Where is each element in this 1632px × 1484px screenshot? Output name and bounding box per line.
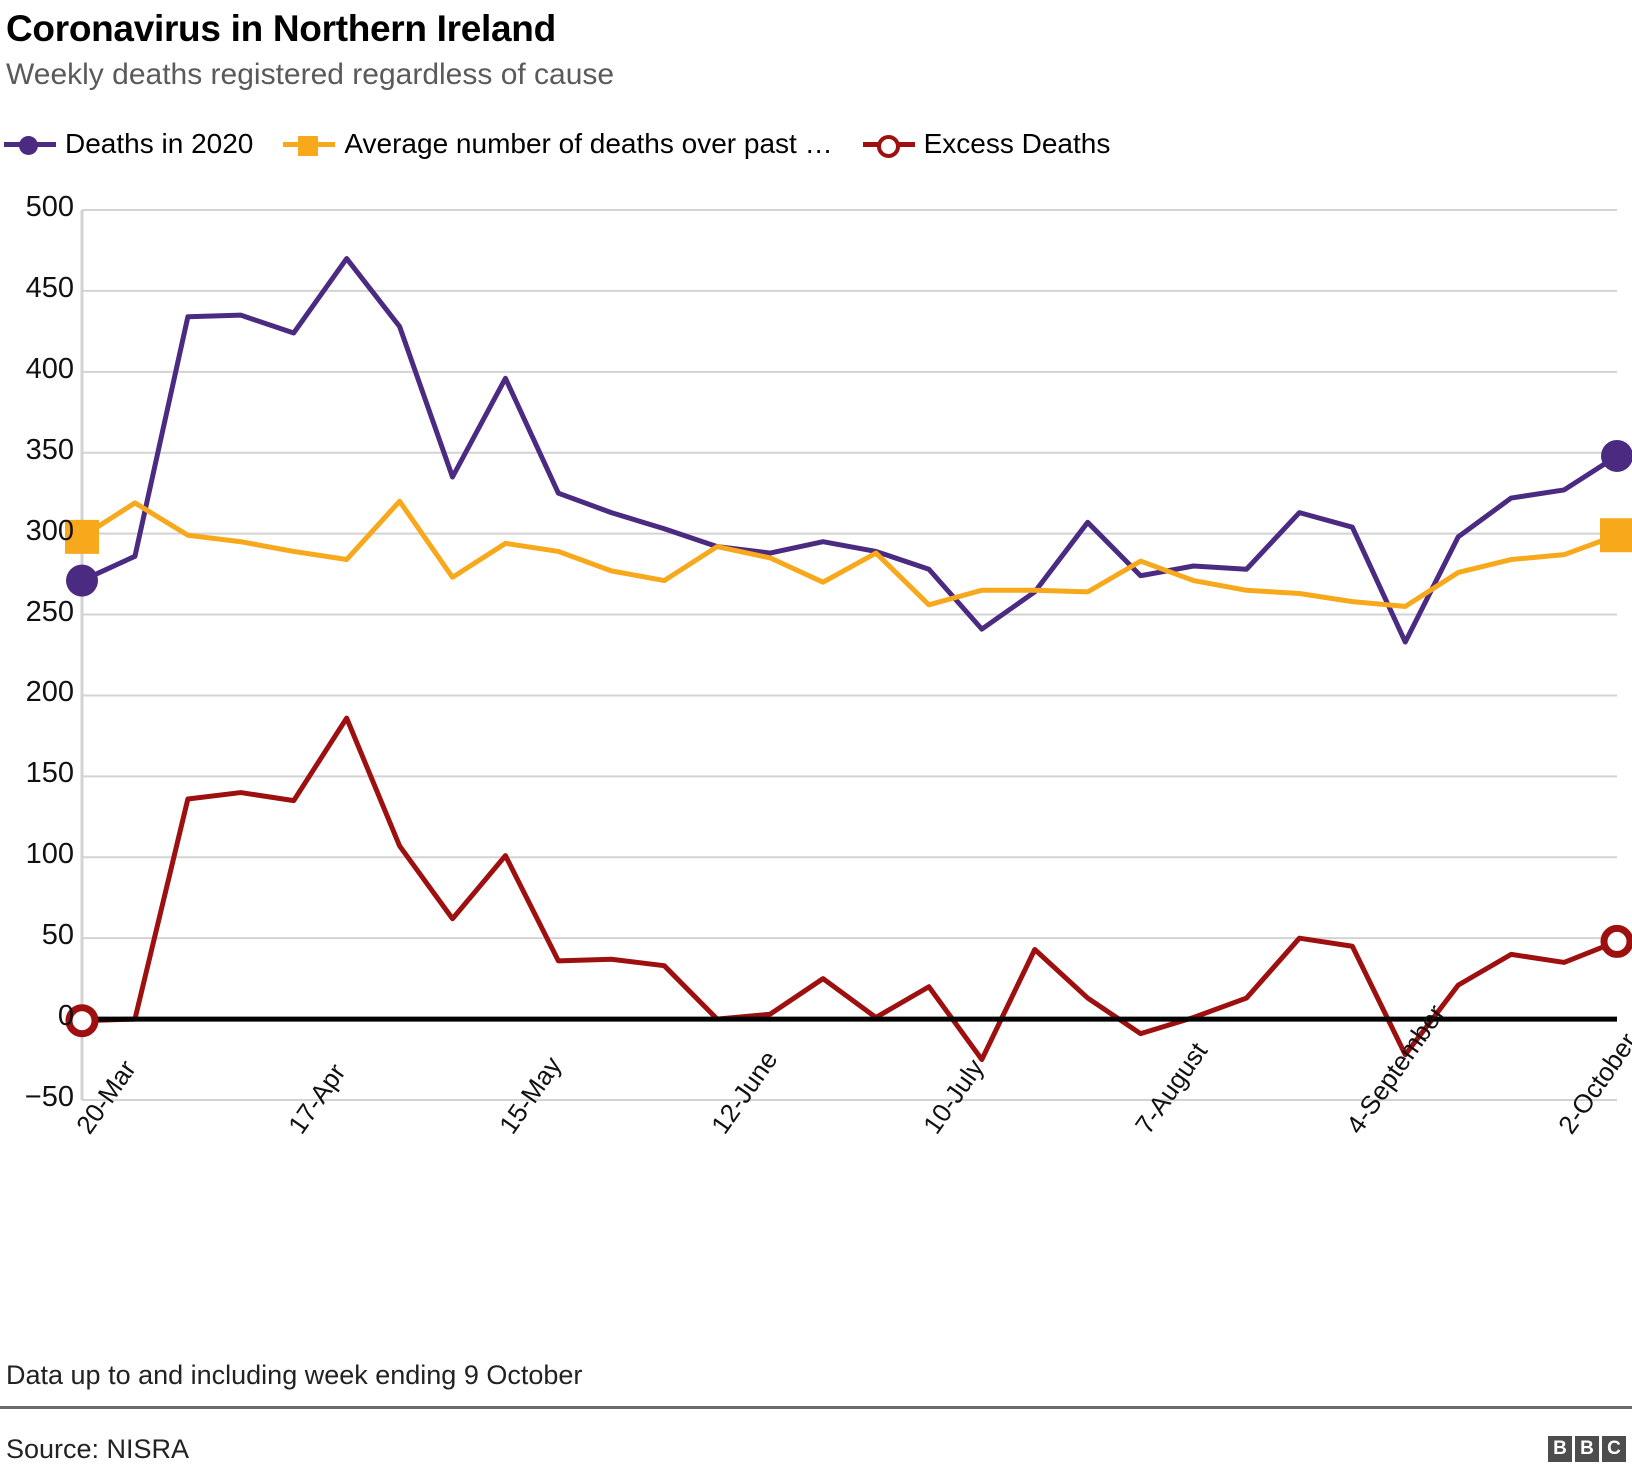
bbc-logo-letter-2: B xyxy=(1575,1436,1599,1462)
legend-item-label: Deaths in 2020 xyxy=(65,128,254,159)
square-marker-icon xyxy=(283,131,336,157)
x-axis-tick-label: 20-Mar xyxy=(70,1054,142,1140)
x-axis-tick-label: 15-May xyxy=(493,1050,568,1140)
y-axis-tick-label: −50 xyxy=(24,1081,74,1113)
series-1-endpoint-marker xyxy=(1601,439,1632,472)
legend-item-1[interactable]: Deaths in 2020 xyxy=(4,128,253,160)
chart-page: Coronavirus in Northern Ireland Weekly d… xyxy=(0,0,1632,1484)
footer-divider xyxy=(0,1406,1632,1409)
bbc-logo-letter-3: C xyxy=(1602,1436,1626,1462)
y-axis-tick-label: 500 xyxy=(25,191,74,223)
y-axis-tick-label: 0 xyxy=(57,1000,74,1033)
series-1-endpoint-marker xyxy=(66,564,98,597)
series-3-endpoint-marker xyxy=(1600,924,1632,958)
chart-note: Data up to and including week ending 9 O… xyxy=(6,1360,583,1390)
circle-marker-icon xyxy=(4,131,56,157)
y-axis-tick-label: 150 xyxy=(25,757,74,790)
x-axis-tick-label: 10-July xyxy=(916,1053,990,1140)
y-axis-tick-label: 400 xyxy=(25,352,74,385)
x-axis-tick-label: 4-September xyxy=(1340,998,1452,1140)
series-line-1 xyxy=(79,256,1620,645)
chart-legend: Deaths in 2020 Average number of deaths o… xyxy=(4,128,1140,160)
y-axis-tick-label: 250 xyxy=(25,595,74,628)
legend-item-label: Average number of deaths over past … xyxy=(344,128,833,159)
y-axis-tick-label: 300 xyxy=(25,514,74,547)
x-axis-tick-label: 12-June xyxy=(705,1045,784,1140)
legend-item-label: Excess Deaths xyxy=(923,128,1111,159)
chart-plot-area xyxy=(65,209,1632,1101)
x-axis-tick-label: 7-August xyxy=(1128,1036,1213,1140)
series-line-3 xyxy=(79,715,1620,1063)
x-axis-tick-label: 17-Apr xyxy=(281,1058,352,1140)
series-line-2 xyxy=(79,498,1620,609)
y-axis-tick-label: 200 xyxy=(25,676,74,709)
bbc-logo-letter-1: B xyxy=(1548,1436,1572,1462)
y-axis-tick-label: 350 xyxy=(25,433,74,466)
y-axis-tick-label: 100 xyxy=(25,838,74,871)
x-axis-tick-label: 2-October xyxy=(1552,1027,1632,1140)
y-axis-tick-label: 50 xyxy=(41,919,74,952)
legend-item-3[interactable]: Excess Deaths xyxy=(862,128,1111,160)
y-axis-tick-label: 450 xyxy=(25,271,74,304)
chart-source: Source: NISRA xyxy=(6,1434,190,1464)
page-subtitle: Weekly deaths registered regardless of c… xyxy=(6,58,615,91)
page-title: Coronavirus in Northern Ireland xyxy=(6,8,556,49)
ring-marker-icon xyxy=(862,131,915,158)
bbc-logo: B B C xyxy=(1548,1436,1626,1462)
legend-item-2[interactable]: Average number of deaths over past … xyxy=(283,128,833,160)
series-2-endpoint-marker xyxy=(1600,518,1632,553)
